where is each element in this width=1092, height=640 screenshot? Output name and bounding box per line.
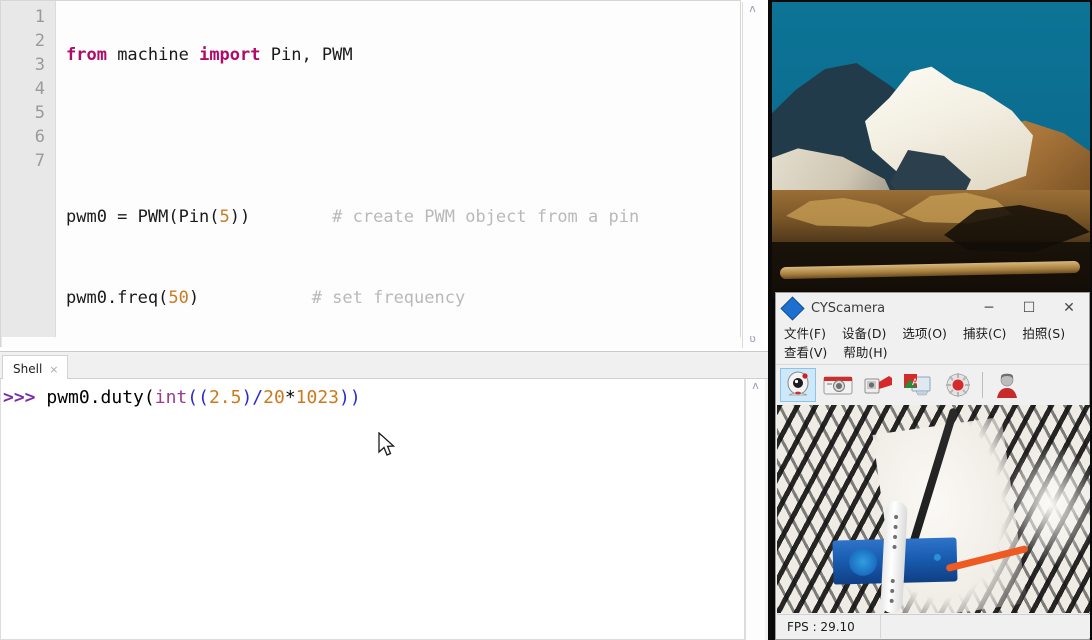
menu-row-2: 查看(V) 帮助(H) — [784, 343, 1089, 362]
line-number: 5 — [34, 103, 45, 123]
foreground-terrain — [772, 190, 1090, 298]
screen: 1 2 3 4 5 6 7 from machine import Pin, P… — [0, 0, 1092, 640]
operator: * — [284, 387, 296, 408]
editor-pane: 1 2 3 4 5 6 7 from machine import Pin, P… — [0, 0, 768, 352]
snow-mountain-photo — [772, 2, 1090, 298]
menu-item-view[interactable]: 查看(V) — [784, 343, 827, 362]
svg-text:A: A — [912, 378, 919, 388]
line-number: 2 — [34, 31, 45, 51]
shell-output-area[interactable]: >>> pwm0.duty(int((2.5)/20*1023)) — [0, 379, 745, 640]
editor-vertical-scrollbar[interactable]: ʌ ʋ — [742, 2, 762, 348]
code-segment: )) — [229, 207, 251, 227]
menu-item-snapshot[interactable]: 拍照(S) — [1022, 324, 1065, 343]
menu-item-options[interactable]: 选项(O) — [902, 324, 947, 343]
shell-tab-label: Shell — [13, 362, 43, 376]
status-bar-filler — [881, 615, 1090, 638]
arm-hole — [889, 598, 894, 604]
number-literal: 20 — [263, 387, 285, 408]
scroll-up-icon[interactable]: ʌ — [743, 2, 762, 18]
webcam-icon[interactable] — [780, 367, 816, 402]
arm-hole — [892, 534, 898, 540]
diamond-logo-icon — [780, 295, 805, 321]
fps-label: FPS : 29.10 — [777, 615, 881, 638]
code-segment: pwm0 = PWM(Pin( — [66, 207, 220, 227]
number-literal: 50 — [168, 288, 189, 308]
line-number: 1 — [34, 7, 45, 27]
servo-gear — [848, 547, 878, 577]
menu-item-help[interactable]: 帮助(H) — [843, 343, 887, 362]
code-segment: pwm0.freq( — [66, 288, 169, 308]
shell-tab-bar: Shell × — [0, 353, 768, 379]
foreground-rock — [786, 198, 906, 227]
number-literal: 5 — [219, 207, 230, 227]
arm-hole — [893, 514, 899, 520]
keyword-import: import — [199, 45, 261, 65]
cyscamera-menu-bar: 文件(F) 设备(D) 选项(O) 捕获(C) 拍照(S) 查看(V) 帮助(H… — [776, 323, 1089, 364]
camcorder-icon[interactable] — [860, 368, 896, 402]
cyscamera-status-bar: FPS : 29.10 — [777, 614, 1090, 638]
code-segment: ) — [188, 288, 200, 308]
paren: )/ — [241, 387, 264, 408]
close-icon[interactable]: × — [49, 363, 58, 376]
window-title: CYScamera — [811, 300, 886, 316]
shell-prompt: >>> — [3, 387, 36, 408]
shell-command-line: >>> pwm0.duty(int((2.5)/20*1023)) — [1, 385, 744, 411]
still-camera-icon[interactable] — [820, 368, 856, 402]
menu-row-1: 文件(F) 设备(D) 选项(O) 捕获(C) 拍照(S) — [784, 324, 1089, 343]
line-number: 6 — [34, 127, 45, 147]
editor-body[interactable]: 1 2 3 4 5 6 7 from machine import Pin, P… — [0, 0, 762, 348]
paren: (( — [187, 387, 209, 408]
shell-code-segment: pwm0.duty( — [35, 387, 155, 408]
menu-item-device[interactable]: 设备(D) — [842, 324, 886, 343]
number-literal: 2.5 — [208, 387, 242, 408]
code-text-area[interactable]: from machine import Pin, PWM pwm0 = PWM(… — [56, 1, 740, 346]
cyscamera-window: CYScamera ─ ☐ ✕ 文件(F) 设备(D) 选项(O) 捕获(C) … — [775, 292, 1090, 640]
arm-hole — [890, 588, 895, 594]
code-line-3: pwm0 = PWM(Pin(5)) # create PWM object f… — [66, 205, 740, 229]
shell-pane: Shell × >>> pwm0.duty(int((2.5)/20*1023)… — [0, 353, 768, 640]
minimize-button[interactable]: ─ — [969, 294, 1009, 322]
number-literal: 1023 — [295, 387, 340, 408]
close-button[interactable]: ✕ — [1049, 294, 1089, 322]
module-name: machine — [106, 45, 200, 65]
menu-item-file[interactable]: 文件(F) — [784, 324, 826, 343]
arm-hole — [892, 544, 897, 550]
record-gear-icon[interactable] — [940, 368, 976, 402]
imported-names: Pin, PWM — [260, 45, 353, 65]
servo-mount-hole — [933, 553, 942, 561]
right-column: CYScamera ─ ☐ ✕ 文件(F) 设备(D) 选项(O) 捕获(C) … — [768, 0, 1092, 640]
code-line-4: pwm0.freq(50) # set frequency — [66, 286, 740, 310]
toolbar-separator — [982, 371, 983, 398]
editor-horizontal-scrollbar[interactable] — [2, 337, 742, 348]
code-line-1: from machine import Pin, PWM — [66, 43, 740, 67]
arm-hole — [893, 524, 898, 530]
tab-shell[interactable]: Shell × — [2, 355, 68, 379]
image-effects-icon[interactable]: A — [900, 368, 936, 402]
camera-preview[interactable] — [777, 405, 1090, 613]
comment: # create PWM object from a pin — [332, 207, 640, 227]
line-number-gutter: 1 2 3 4 5 6 7 — [1, 1, 56, 346]
keyword-from: from — [66, 45, 107, 65]
scroll-up-icon[interactable]: ʌ — [746, 379, 765, 395]
cyscamera-toolbar: A — [776, 364, 1089, 404]
shell-vertical-scrollbar[interactable]: ʌ — [745, 379, 765, 640]
thonny-ide-window: 1 2 3 4 5 6 7 from machine import Pin, P… — [0, 0, 768, 640]
line-number: 7 — [34, 151, 45, 171]
menu-item-capture[interactable]: 捕获(C) — [963, 324, 1006, 343]
builtin-int: int — [154, 387, 188, 408]
scroll-down-icon[interactable]: ʋ — [743, 332, 762, 348]
maximize-button[interactable]: ☐ — [1009, 294, 1049, 322]
line-number: 4 — [34, 79, 45, 99]
avatar-person-icon[interactable] — [989, 368, 1025, 402]
comment: # set frequency — [311, 288, 466, 308]
paren: )) — [339, 387, 361, 408]
arm-hole — [890, 578, 895, 584]
line-number: 3 — [34, 55, 45, 75]
cyscamera-title-bar[interactable]: CYScamera ─ ☐ ✕ — [776, 293, 1089, 323]
